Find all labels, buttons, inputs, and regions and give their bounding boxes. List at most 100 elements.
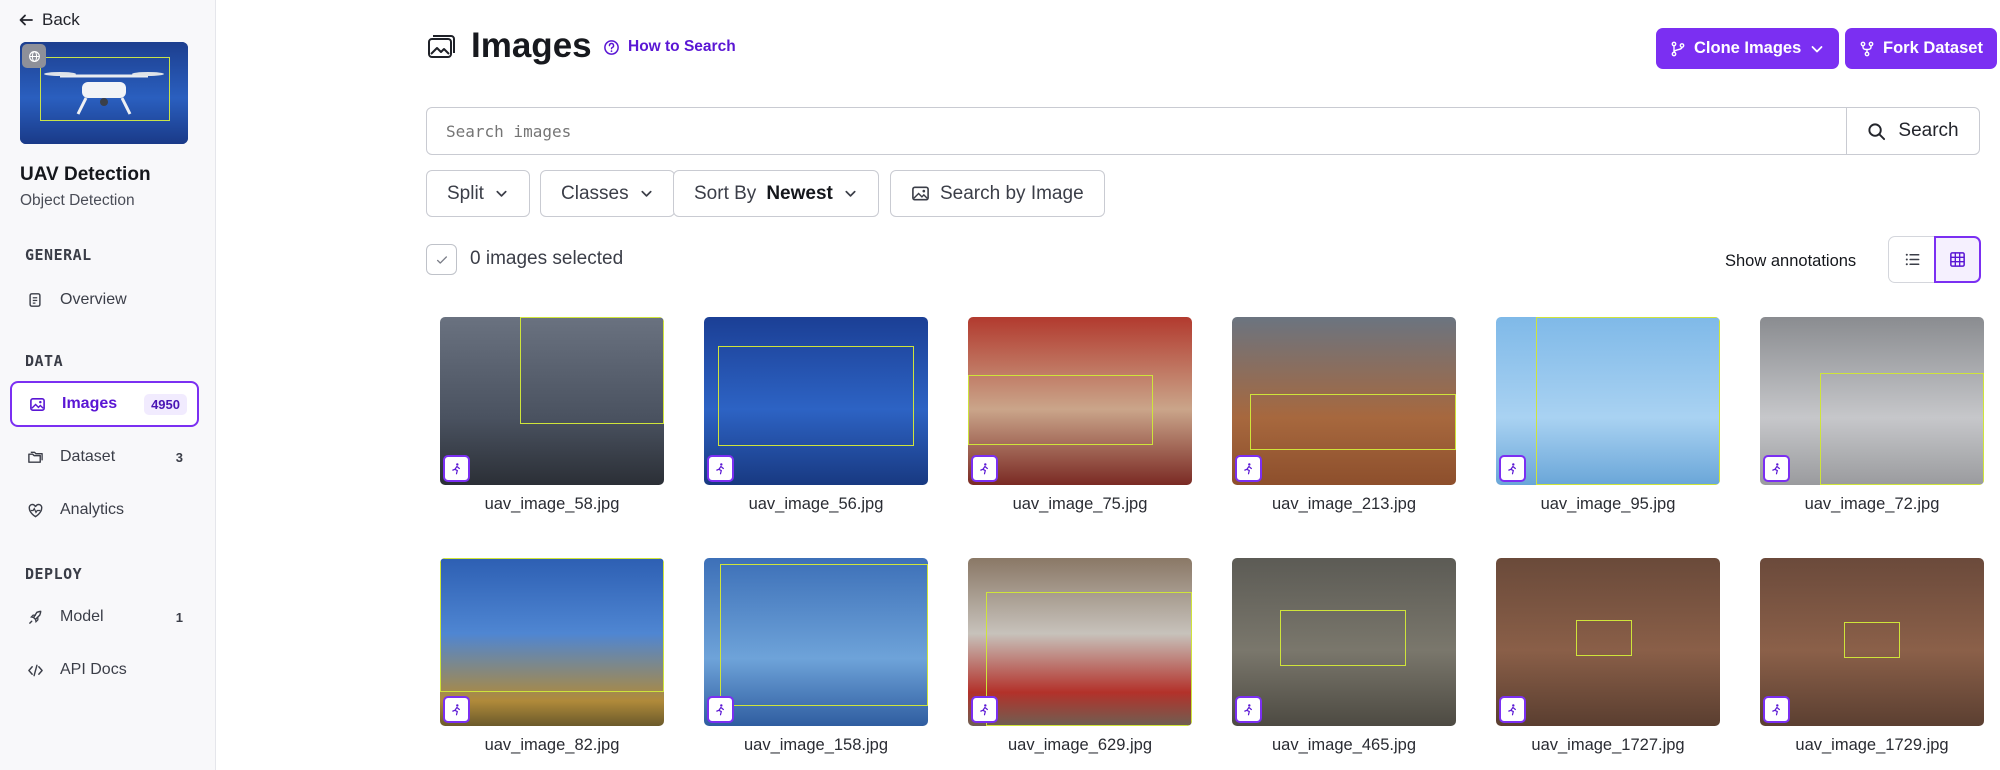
- annotation-box: [1820, 373, 1984, 485]
- sidebar: Back UAV Detection Object Detection GENE…: [0, 0, 216, 770]
- search-field[interactable]: [426, 107, 1847, 155]
- dataset-count: 3: [175, 449, 183, 465]
- image-card[interactable]: uav_image_158.jpg: [704, 558, 928, 755]
- image-filename: uav_image_1729.jpg: [1795, 736, 1949, 754]
- model-count: 1: [175, 609, 183, 625]
- search-input[interactable]: [427, 108, 1846, 154]
- image-card[interactable]: uav_image_629.jpg: [968, 558, 1192, 755]
- image-filename: uav_image_82.jpg: [484, 736, 620, 754]
- object-detection-icon: [1763, 455, 1790, 482]
- image-thumbnail[interactable]: [1760, 317, 1984, 485]
- annotation-box: [1576, 620, 1632, 656]
- sort-by-value: Newest: [766, 182, 833, 204]
- image-card[interactable]: uav_image_1727.jpg: [1496, 558, 1720, 755]
- image-filename: uav_image_158.jpg: [743, 736, 889, 754]
- how-to-search-link[interactable]: How to Search: [603, 38, 736, 56]
- image-card[interactable]: uav_image_58.jpg: [440, 317, 664, 514]
- project-type: Object Detection: [20, 192, 135, 209]
- git-branch-icon: [1671, 41, 1685, 56]
- image-card[interactable]: uav_image_1729.jpg: [1760, 558, 1984, 755]
- annotation-box: [968, 375, 1153, 445]
- object-detection-icon: [443, 696, 470, 723]
- object-detection-icon: [971, 696, 998, 723]
- image-thumbnail[interactable]: [704, 558, 928, 726]
- image-card[interactable]: uav_image_82.jpg: [440, 558, 664, 755]
- fork-dataset-button[interactable]: Fork Dataset: [1845, 28, 1997, 69]
- annotation-box: [1250, 394, 1456, 450]
- image-thumbnail[interactable]: [440, 558, 664, 726]
- classes-filter-label: Classes: [561, 182, 629, 204]
- image-filename: uav_image_58.jpg: [484, 495, 620, 513]
- check-icon: [436, 255, 447, 264]
- sidebar-item-overview[interactable]: Overview: [10, 277, 199, 323]
- image-filename: uav_image_1727.jpg: [1531, 736, 1685, 754]
- sidebar-item-dataset[interactable]: Dataset 3: [10, 434, 199, 480]
- classes-filter[interactable]: Classes: [540, 170, 675, 217]
- image-thumbnail[interactable]: [1232, 558, 1456, 726]
- sidebar-item-model[interactable]: Model 1: [10, 594, 199, 640]
- arrow-left-icon: [19, 14, 33, 26]
- image-card[interactable]: uav_image_465.jpg: [1232, 558, 1456, 755]
- image-thumbnail[interactable]: [1496, 317, 1720, 485]
- object-detection-icon: [971, 455, 998, 482]
- sidebar-item-analytics[interactable]: Analytics: [10, 487, 199, 533]
- image-thumbnail[interactable]: [1232, 317, 1456, 485]
- image-card[interactable]: uav_image_95.jpg: [1496, 317, 1720, 514]
- annotation-box: [720, 564, 928, 706]
- split-filter[interactable]: Split: [426, 170, 530, 217]
- help-circle-icon: [604, 39, 619, 55]
- image-thumbnail[interactable]: [1760, 558, 1984, 726]
- image-card[interactable]: uav_image_56.jpg: [704, 317, 928, 514]
- grid-view-button[interactable]: [1934, 236, 1981, 283]
- search-button[interactable]: Search: [1846, 107, 1980, 155]
- image-icon: [912, 186, 929, 201]
- sidebar-item-label: Model: [60, 608, 104, 625]
- image-filename: uav_image_465.jpg: [1271, 736, 1417, 754]
- section-deploy: DEPLOY: [25, 565, 83, 583]
- object-detection-icon: [707, 696, 734, 723]
- image-thumbnail[interactable]: [440, 317, 664, 485]
- code-icon: [26, 661, 44, 679]
- show-annotations-toggle[interactable]: Show annotations: [1725, 252, 1856, 271]
- image-card[interactable]: uav_image_72.jpg: [1760, 317, 1984, 514]
- images-icon: [28, 395, 46, 413]
- sidebar-item-images[interactable]: Images 4950: [10, 381, 199, 427]
- analytics-icon: [26, 501, 44, 519]
- annotation-box: [440, 558, 664, 692]
- image-card[interactable]: uav_image_75.jpg: [968, 317, 1192, 514]
- image-thumbnail[interactable]: [704, 317, 928, 485]
- clone-images-button[interactable]: Clone Images: [1656, 28, 1840, 69]
- object-detection-icon: [1763, 696, 1790, 723]
- image-card[interactable]: uav_image_213.jpg: [1232, 317, 1456, 514]
- selected-count-text: 0 images selected: [470, 248, 624, 269]
- annotation-box: [718, 346, 914, 446]
- project-name: UAV Detection: [20, 164, 151, 185]
- image-thumbnail[interactable]: [968, 317, 1192, 485]
- image-thumbnail[interactable]: [1496, 558, 1720, 726]
- sidebar-item-label: Images: [62, 395, 118, 412]
- back-button[interactable]: Back: [18, 10, 80, 30]
- chevron-down-icon: [496, 190, 507, 197]
- fork-icon: [1860, 41, 1874, 56]
- search-by-image-label: Search by Image: [940, 182, 1084, 204]
- chevron-down-icon: [1811, 45, 1823, 52]
- clone-images-label: Clone Images: [1694, 39, 1802, 57]
- sidebar-item-api-docs[interactable]: API Docs: [10, 647, 199, 693]
- object-detection-icon: [707, 455, 734, 482]
- select-all-checkbox[interactable]: [426, 244, 457, 275]
- image-filename: uav_image_629.jpg: [1007, 736, 1153, 754]
- split-filter-label: Split: [447, 182, 484, 204]
- annotation-box: [1536, 317, 1720, 485]
- object-detection-icon: [443, 455, 470, 482]
- image-filename: uav_image_75.jpg: [1012, 495, 1148, 513]
- object-detection-icon: [1499, 696, 1526, 723]
- image-thumbnail[interactable]: [968, 558, 1192, 726]
- sort-by-dropdown[interactable]: Sort By Newest: [673, 170, 879, 217]
- object-detection-icon: [1235, 455, 1262, 482]
- sidebar-item-label: Dataset: [60, 448, 116, 465]
- search-by-image-button[interactable]: Search by Image: [890, 170, 1105, 217]
- list-view-button[interactable]: [1888, 236, 1935, 283]
- how-to-search-label: How to Search: [628, 38, 736, 55]
- image-filename: uav_image_56.jpg: [748, 495, 884, 513]
- image-filename: uav_image_213.jpg: [1271, 495, 1417, 513]
